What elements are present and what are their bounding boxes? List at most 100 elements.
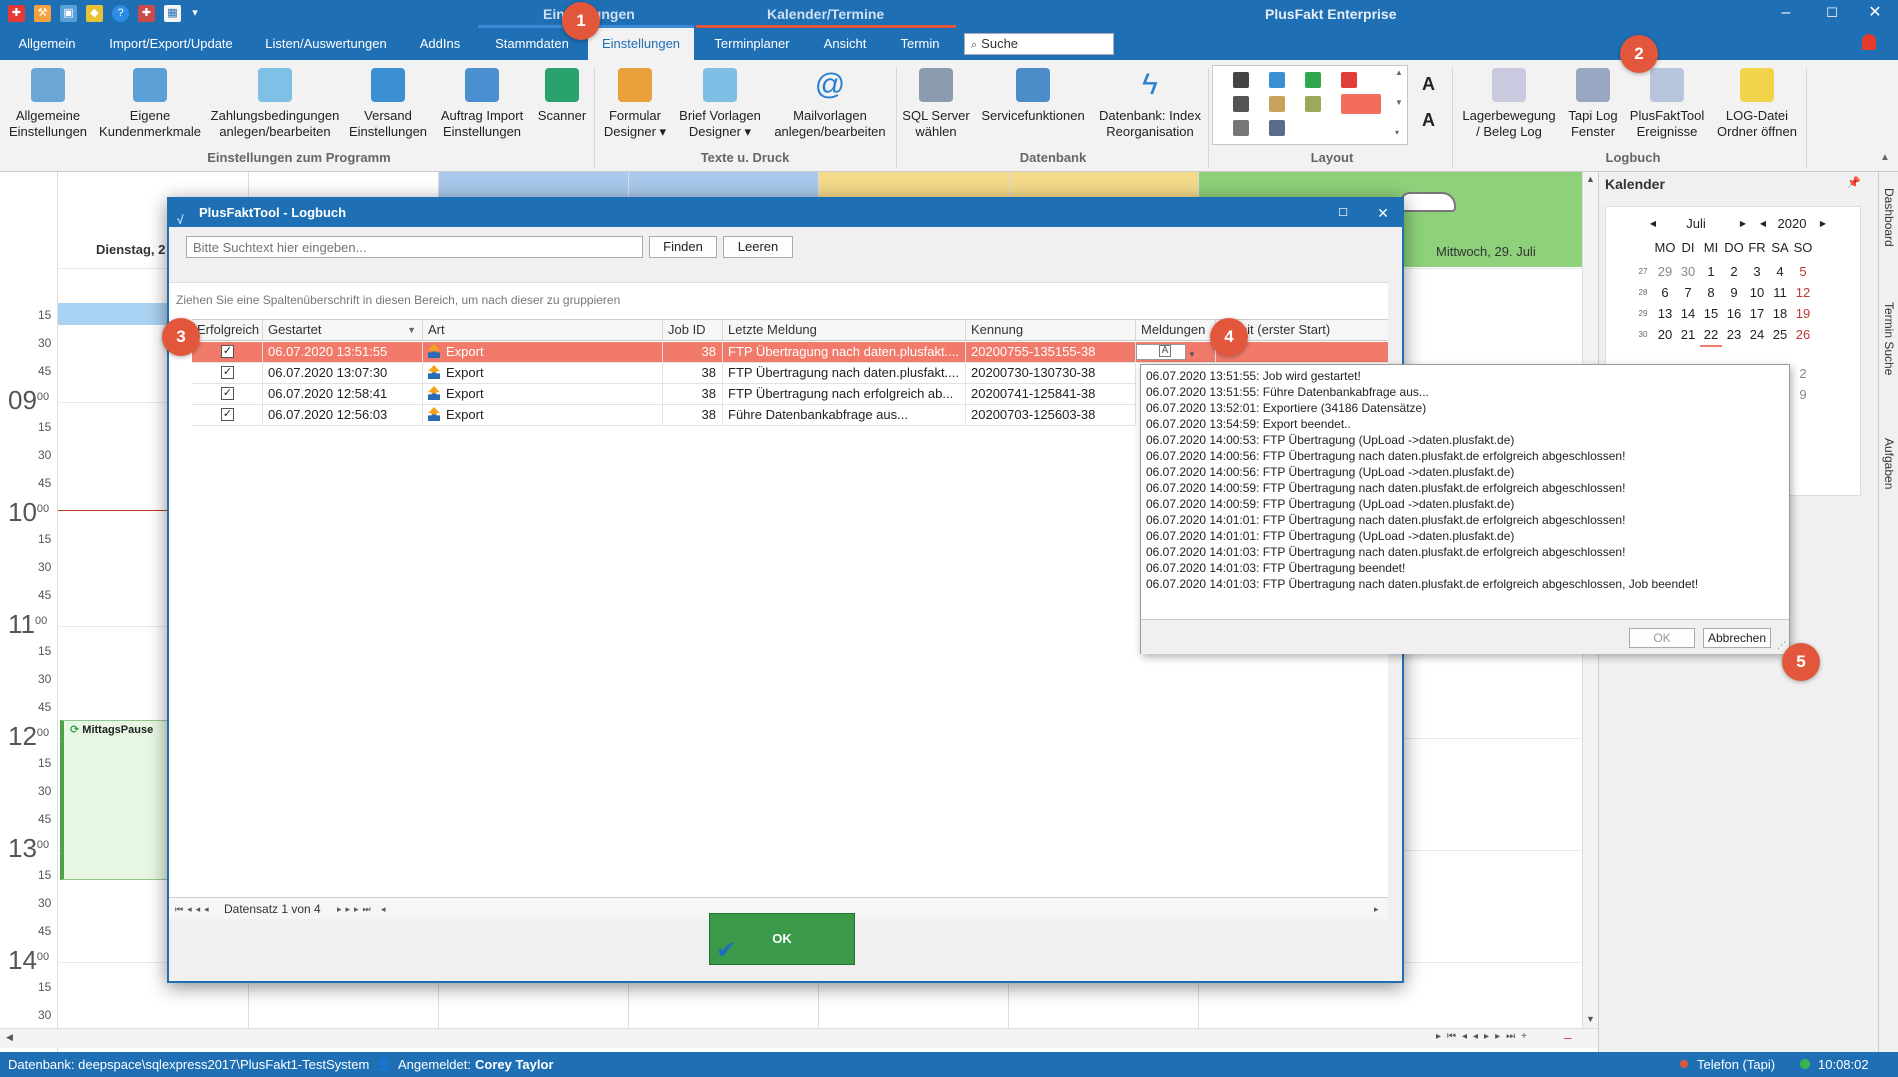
search-input[interactable]: ⌕ Suche — [964, 33, 1114, 55]
day-cell[interactable]: 17 — [1746, 303, 1768, 324]
day-cell[interactable]: 12 — [1792, 282, 1814, 303]
prev-year-icon[interactable]: ◀ — [1752, 213, 1774, 234]
versand-einstellungen-button[interactable]: Versand Einstellungen — [346, 68, 430, 140]
next-month-icon[interactable]: ▶ — [1732, 213, 1754, 234]
day-cell[interactable]: 11 — [1769, 282, 1791, 303]
day-cell[interactable]: 2 — [1723, 261, 1745, 282]
formular-designer-button[interactable]: Formular Designer ▾ — [600, 68, 670, 140]
settings-plus-icon[interactable]: ✚ — [138, 5, 155, 22]
scanner-button[interactable]: Scanner — [532, 68, 592, 124]
column-letzte-meldung[interactable]: Letzte Meldung — [723, 320, 966, 340]
tapi-log-button[interactable]: Tapi Log Fenster — [1562, 68, 1624, 140]
index-reorganisation-button[interactable]: ϟ Datenbank: Index Reorganisation — [1094, 68, 1206, 140]
side-tab-aufgaben[interactable]: Aufgaben — [1882, 438, 1896, 489]
help-icon[interactable]: ? — [112, 5, 129, 22]
layout-tile-icon[interactable] — [1233, 120, 1249, 136]
day-cell[interactable]: 2 — [1792, 363, 1814, 384]
day-cell[interactable]: 23 — [1723, 324, 1745, 345]
memo-editor[interactable]: A — [1136, 344, 1186, 360]
close-icon[interactable]: ✕ — [1363, 199, 1403, 227]
scroll-left-icon[interactable]: ◂ — [381, 898, 386, 920]
context-tab-kalender[interactable]: Kalender/Termine — [767, 0, 884, 28]
phone-status[interactable]: Telefon (Tapi) — [1697, 1052, 1775, 1077]
side-tab-dashboard[interactable]: Dashboard — [1882, 188, 1896, 247]
column-erfolgreich[interactable]: Erfolgreich — [192, 320, 263, 340]
day-cell[interactable]: 25 — [1769, 324, 1791, 345]
dropdown-arrow-icon[interactable]: ▼ — [1188, 345, 1196, 362]
close-icon[interactable]: ✕ — [1852, 0, 1898, 28]
day-cell[interactable]: 16 — [1723, 303, 1745, 324]
prev-month-icon[interactable]: ◀ — [1642, 213, 1664, 234]
next-year-icon[interactable]: ▶ — [1812, 213, 1834, 234]
day-cell-today[interactable]: 22 — [1700, 324, 1722, 347]
column-job-id[interactable]: Job ID — [663, 320, 723, 340]
day-cell[interactable]: 26 — [1792, 324, 1814, 345]
clear-button[interactable]: Leeren — [723, 236, 793, 258]
brief-vorlagen-button[interactable]: Brief Vorlagen Designer ▾ — [676, 68, 764, 140]
calendar-horizontal-scrollbar[interactable]: ◀ ▸⏮◂◂▸▸⏭+ – — [0, 1028, 1598, 1048]
success-checkbox[interactable]: ✓ — [221, 366, 234, 379]
popup-cancel-button[interactable]: Abbrechen — [1703, 628, 1771, 648]
lagerbewegung-log-button[interactable]: Lagerbewegung / Beleg Log — [1460, 68, 1558, 140]
day-cell[interactable]: 5 — [1792, 261, 1814, 282]
picture-icon[interactable]: ▣ — [60, 5, 77, 22]
tab-ansicht[interactable]: Ansicht — [810, 28, 880, 60]
day-cell[interactable]: 24 — [1746, 324, 1768, 345]
column-kennung[interactable]: Kennung — [966, 320, 1136, 340]
day-cell[interactable]: 21 — [1677, 324, 1699, 345]
layout-gallery[interactable]: ▲ ▼ ▾ — [1212, 65, 1408, 145]
day-cell[interactable]: 1 — [1700, 261, 1722, 282]
bell-icon[interactable] — [1862, 34, 1876, 50]
layout-tile-icon[interactable] — [1269, 72, 1285, 88]
font-decrease-icon[interactable]: A — [1422, 110, 1435, 131]
cell-erfolgreich[interactable]: ✓ — [192, 363, 263, 384]
success-checkbox[interactable]: ✓ — [221, 387, 234, 400]
tools-icon[interactable]: ⚒ — [34, 5, 51, 22]
plusfakttool-ereignisse-button[interactable]: PlusFaktTool Ereignisse — [1628, 68, 1706, 140]
auftrag-import-button[interactable]: Auftrag Import Einstellungen — [436, 68, 528, 140]
scroll-left-icon[interactable]: ◀ — [6, 1032, 13, 1043]
success-checkbox[interactable]: ✓ — [221, 408, 234, 421]
tab-terminplaner[interactable]: Terminplaner — [702, 28, 802, 60]
column-art[interactable]: Art — [423, 320, 663, 340]
day-cell[interactable]: 18 — [1769, 303, 1791, 324]
gallery-up-icon[interactable]: ▲ — [1395, 68, 1403, 77]
side-tab-termin-suche[interactable]: Termin Suche — [1882, 302, 1896, 375]
mailvorlagen-button[interactable]: @ Mailvorlagen anlegen/bearbeiten — [770, 68, 890, 140]
day-cell[interactable]: 15 — [1700, 303, 1722, 324]
scroll-nav-icons[interactable]: ▸⏮◂◂▸▸⏭+ — [1436, 1031, 1533, 1042]
nav-next-last-icons[interactable]: ▸▸▸⏭ — [337, 898, 375, 920]
find-button[interactable]: Finden — [649, 236, 717, 258]
zahlungsbedingungen-button[interactable]: Zahlungsbedingungen anlegen/bearbeiten — [210, 68, 340, 140]
day-cell[interactable]: 4 — [1769, 261, 1791, 282]
scroll-right-icon[interactable]: ▸ — [1374, 898, 1379, 920]
tab-termin[interactable]: Termin — [888, 28, 952, 60]
layout-tile-icon[interactable] — [1233, 72, 1249, 88]
day-cell[interactable]: 20 — [1654, 324, 1676, 345]
pin-icon[interactable]: 📌 — [1847, 176, 1861, 189]
day-cell[interactable]: 9 — [1792, 384, 1814, 405]
column-gestartet[interactable]: Gestartet ▼ — [263, 320, 423, 340]
sql-server-button[interactable]: SQL Server wählen — [900, 68, 972, 140]
cell-erfolgreich[interactable]: ✓ — [192, 342, 263, 363]
nav-first-prev-icons[interactable]: ⏮◂◂◂ — [175, 898, 213, 920]
tab-listen[interactable]: Listen/Auswertungen — [254, 28, 398, 60]
messages-popup[interactable]: 06.07.2020 13:51:55: Job wird gestartet!… — [1140, 364, 1790, 654]
servicefunktionen-button[interactable]: Servicefunktionen — [978, 68, 1088, 124]
popup-ok-button[interactable]: OK — [1629, 628, 1695, 648]
gallery-more-icon[interactable]: ▾ — [1395, 128, 1399, 137]
day-cell[interactable]: 19 — [1792, 303, 1814, 324]
day-cell[interactable]: 7 — [1677, 282, 1699, 303]
collapse-ribbon-icon[interactable]: ▲ — [1880, 152, 1890, 163]
calendar-icon[interactable]: ▦ — [164, 5, 181, 22]
resize-grip-icon[interactable]: ⋰ — [1777, 640, 1786, 651]
tab-einstellungen[interactable]: Einstellungen — [588, 28, 694, 60]
kundenmerkmale-button[interactable]: Eigene Kundenmerkmale — [98, 68, 202, 140]
log-search-input[interactable] — [186, 236, 643, 258]
layout-tile-icon[interactable] — [1269, 96, 1285, 112]
day-cell[interactable]: 10 — [1746, 282, 1768, 303]
cell-erfolgreich[interactable]: ✓ — [192, 405, 263, 426]
log-ordner-button[interactable]: LOG-Datei Ordner öffnen — [1712, 68, 1802, 140]
scroll-up-icon[interactable]: ▲ — [1586, 174, 1595, 184]
gallery-down-icon[interactable]: ▼ — [1395, 98, 1403, 107]
